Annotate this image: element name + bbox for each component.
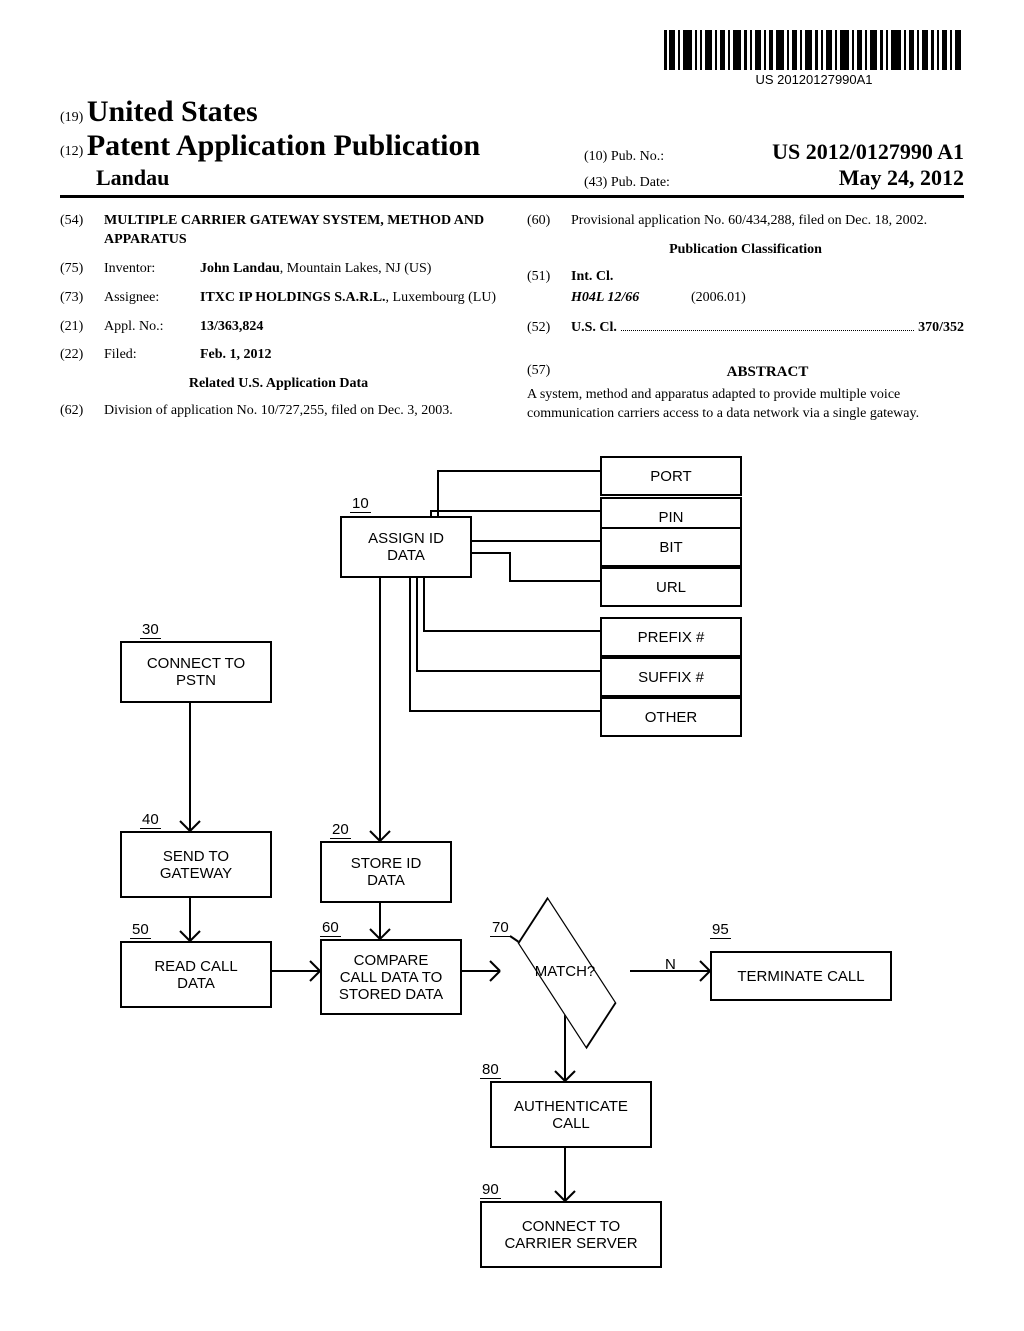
box-50: READ CALL DATA xyxy=(120,941,272,1008)
ref-40: 40 xyxy=(140,811,161,829)
box-url: URL xyxy=(600,567,742,607)
intcl-label: Int. Cl. xyxy=(571,268,613,287)
box-port: PORT xyxy=(600,456,742,496)
box-bit: BIT xyxy=(600,527,742,567)
barcode: US 20120127990A1 xyxy=(664,30,964,87)
box-95: TERMINATE CALL xyxy=(710,951,892,1001)
flowchart-diagram: PORT PIN BIT URL PREFIX # SUFFIX # OTHER… xyxy=(60,461,964,1291)
inventor-label: Inventor: xyxy=(104,260,200,279)
box-80: AUTHENTICATE CALL xyxy=(490,1081,652,1148)
box-prefix: PREFIX # xyxy=(600,617,742,657)
ref-60: 60 xyxy=(320,919,341,937)
assignee-name: ITXC IP HOLDINGS S.A.R.L. xyxy=(200,290,386,305)
applno-label: Appl. No.: xyxy=(104,318,200,337)
provisional-text: Provisional application No. 60/434,288, … xyxy=(571,212,964,231)
code-73: (73) xyxy=(60,289,104,308)
related-app-title: Related U.S. Application Data xyxy=(60,375,497,394)
inventor-name: John Landau xyxy=(200,261,280,276)
country: United States xyxy=(87,95,258,128)
code-51: (51) xyxy=(527,268,571,287)
divider xyxy=(60,195,964,198)
publication-type: Patent Application Publication xyxy=(87,129,480,162)
right-column: (60) Provisional application No. 60/434,… xyxy=(527,212,964,431)
invention-title: MULTIPLE CARRIER GATEWAY SYSTEM, METHOD … xyxy=(104,212,497,250)
barcode-area: US 20120127990A1 xyxy=(60,30,964,89)
box-30: CONNECT TO PSTN xyxy=(120,641,272,703)
code-43: (43) xyxy=(584,175,607,190)
publication-number: US 2012/0127990 A1 xyxy=(772,139,964,165)
code-52: (52) xyxy=(527,319,571,338)
applno-value: 13/363,824 xyxy=(200,318,497,337)
ref-50: 50 xyxy=(130,921,151,939)
inventor-rest: , Mountain Lakes, NJ (US) xyxy=(280,261,432,276)
assignee-value: ITXC IP HOLDINGS S.A.R.L., Luxembourg (L… xyxy=(200,289,497,308)
assignee-label: Assignee: xyxy=(104,289,200,308)
code-10: (10) xyxy=(584,149,607,164)
code-21: (21) xyxy=(60,318,104,337)
code-22: (22) xyxy=(60,346,104,365)
dotted-leader xyxy=(621,318,914,332)
pubno-label: Pub. No.: xyxy=(611,149,664,164)
ref-20: 20 xyxy=(330,821,351,839)
edge-label-n: N xyxy=(665,956,676,973)
left-column: (54) MULTIPLE CARRIER GATEWAY SYSTEM, ME… xyxy=(60,212,497,431)
biblio-columns: (54) MULTIPLE CARRIER GATEWAY SYSTEM, ME… xyxy=(60,212,964,431)
assignee-rest: , Luxembourg (LU) xyxy=(386,290,497,305)
patent-page: US 20120127990A1 (19) United States (12)… xyxy=(0,0,1024,1331)
ref-30: 30 xyxy=(140,621,161,639)
box-40: SEND TO GATEWAY xyxy=(120,831,272,898)
box-20: STORE ID DATA xyxy=(320,841,452,903)
header-row: (19) United States (12) Patent Applicati… xyxy=(60,95,964,191)
barcode-icon xyxy=(664,30,964,70)
pubclass-title: Publication Classification xyxy=(527,241,964,260)
publication-date: May 24, 2012 xyxy=(839,165,964,191)
intcl-date: (2006.01) xyxy=(691,289,746,308)
header-right: (10) Pub. No.: US 2012/0127990 A1 (43) P… xyxy=(584,139,964,191)
ref-80: 80 xyxy=(480,1061,501,1079)
code-62: (62) xyxy=(60,402,104,421)
code-57: (57) xyxy=(527,362,571,382)
division-text: Division of application No. 10/727,255, … xyxy=(104,402,497,421)
filed-value: Feb. 1, 2012 xyxy=(200,346,497,365)
diamond-70: MATCH? xyxy=(505,931,625,1011)
inventor-value: John Landau, Mountain Lakes, NJ (US) xyxy=(200,260,497,279)
pubdate-label: Pub. Date: xyxy=(611,175,670,190)
author-name: Landau xyxy=(60,165,480,191)
box-90: CONNECT TO CARRIER SERVER xyxy=(480,1201,662,1268)
ref-95: 95 xyxy=(710,921,731,939)
box-suffix: SUFFIX # xyxy=(600,657,742,697)
abstract-text: A system, method and apparatus adapted t… xyxy=(527,386,964,424)
code-19: (19) xyxy=(60,110,83,125)
header-left: (19) United States (12) Patent Applicati… xyxy=(60,95,480,191)
intcl-code: H04L 12/66 xyxy=(571,289,691,308)
diamond-70-text: MATCH? xyxy=(505,931,625,1011)
uscl-value: 370/352 xyxy=(918,319,964,338)
ref-90: 90 xyxy=(480,1181,501,1199)
box-other: OTHER xyxy=(600,697,742,737)
ref-10: 10 xyxy=(350,495,371,513)
box-10: ASSIGN ID DATA xyxy=(340,516,472,578)
uscl-label: U.S. Cl. xyxy=(571,319,617,338)
abstract-label: ABSTRACT xyxy=(571,362,964,382)
code-54: (54) xyxy=(60,212,104,250)
code-75: (75) xyxy=(60,260,104,279)
code-60: (60) xyxy=(527,212,571,231)
barcode-text: US 20120127990A1 xyxy=(664,72,964,87)
code-12: (12) xyxy=(60,144,83,159)
box-60: COMPARE CALL DATA TO STORED DATA xyxy=(320,939,462,1015)
filed-label: Filed: xyxy=(104,346,200,365)
